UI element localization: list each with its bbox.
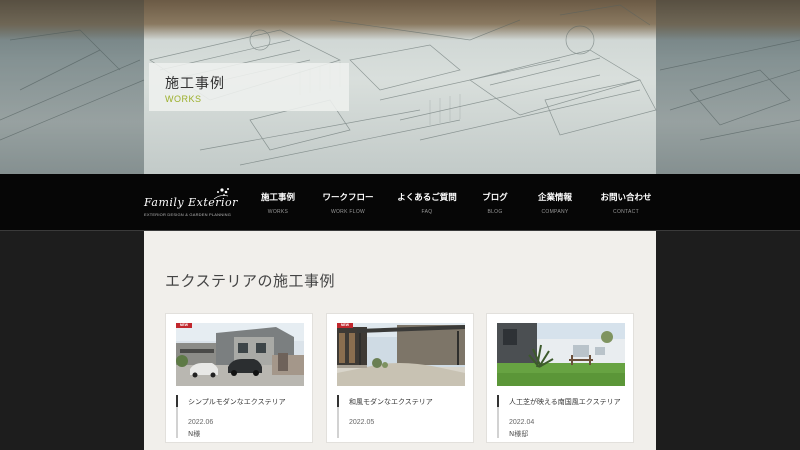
house-photo-japanese (337, 323, 465, 386)
page-subtitle: WORKS (165, 94, 202, 104)
work-card-title[interactable]: シンプルモダンなエクステリア (188, 397, 286, 407)
nav-sublabel: COMPANY (541, 209, 569, 215)
nav-sublabel: CONTACT (613, 209, 639, 215)
work-card-2[interactable]: NEW 和風モダンなエクステリア 2022.05 (326, 313, 474, 443)
section-title: エクステリアの施工事例 (165, 272, 336, 290)
work-card-1[interactable]: NEW シンプルモダンなエクステリア 2022.06 N様 (165, 313, 313, 443)
logo-tagline: EXTERIOR DESIGN & GARDEN PLANNING (144, 212, 232, 217)
new-badge: NEW (176, 323, 192, 328)
work-card-date: 2022.04 (509, 419, 535, 426)
house-photo-tropical (497, 323, 625, 386)
work-card-photo[interactable] (497, 323, 625, 386)
house-photo-modern (176, 323, 304, 386)
work-card-client: N様邸 (509, 430, 529, 438)
work-card-title[interactable]: 人工芝が映える南国風エクステリア (509, 397, 621, 407)
new-badge: NEW (337, 323, 353, 328)
nav-sublabel: WORK FLOW (330, 209, 366, 215)
nav-label: よくあるご質問 (397, 193, 457, 203)
nav-item-workflow[interactable]: ワークフロー WORK FLOW (322, 191, 373, 215)
nav-label: ワークフロー (322, 193, 374, 203)
work-card-title[interactable]: 和風モダンなエクステリア (349, 397, 433, 407)
work-card-client: N様 (188, 430, 201, 438)
nav-label: 施工事例 (260, 193, 296, 203)
work-card-photo[interactable]: NEW (337, 323, 465, 386)
hero-side-left (0, 0, 144, 174)
nav-item-works[interactable]: 施工事例 WORKS (261, 191, 295, 215)
hero-side-right (656, 0, 800, 174)
nav-sublabel: FAQ (421, 209, 433, 215)
card-accent-bar (176, 395, 178, 438)
logo-wordmark: Family Exterior (144, 196, 238, 209)
page-title-box: 施工事例 WORKS (149, 63, 349, 111)
nav-sublabel: WORKS (267, 209, 289, 215)
work-card-date: 2022.06 (188, 419, 214, 426)
nav-item-company[interactable]: 企業情報 COMPANY (538, 191, 572, 215)
hero-banner: 施工事例 WORKS (0, 0, 800, 174)
nav-label: 企業情報 (537, 193, 573, 203)
site-logo[interactable]: Family Exterior EXTERIOR DESIGN & GARDEN… (144, 186, 238, 220)
works-section: エクステリアの施工事例 NEW シンプルモダンなエクステリア 2022.06 N… (144, 231, 656, 450)
nav-label: お問い合わせ (600, 193, 652, 203)
nav-label: ブログ (482, 193, 508, 203)
work-card-date: 2022.05 (349, 419, 375, 426)
nav-item-contact[interactable]: お問い合わせ CONTACT (600, 191, 651, 215)
global-nav: Family Exterior EXTERIOR DESIGN & GARDEN… (0, 174, 800, 231)
nav-item-blog[interactable]: ブログ BLOG (482, 191, 508, 215)
card-accent-bar (337, 395, 339, 438)
nav-sublabel: BLOG (487, 209, 503, 215)
nav-item-faq[interactable]: よくあるご質問 FAQ (397, 191, 457, 215)
card-accent-bar (497, 395, 499, 438)
work-card-3[interactable]: 人工芝が映える南国風エクステリア 2022.04 N様邸 (486, 313, 634, 443)
page-title: 施工事例 (165, 76, 225, 92)
work-card-photo[interactable]: NEW (176, 323, 304, 386)
